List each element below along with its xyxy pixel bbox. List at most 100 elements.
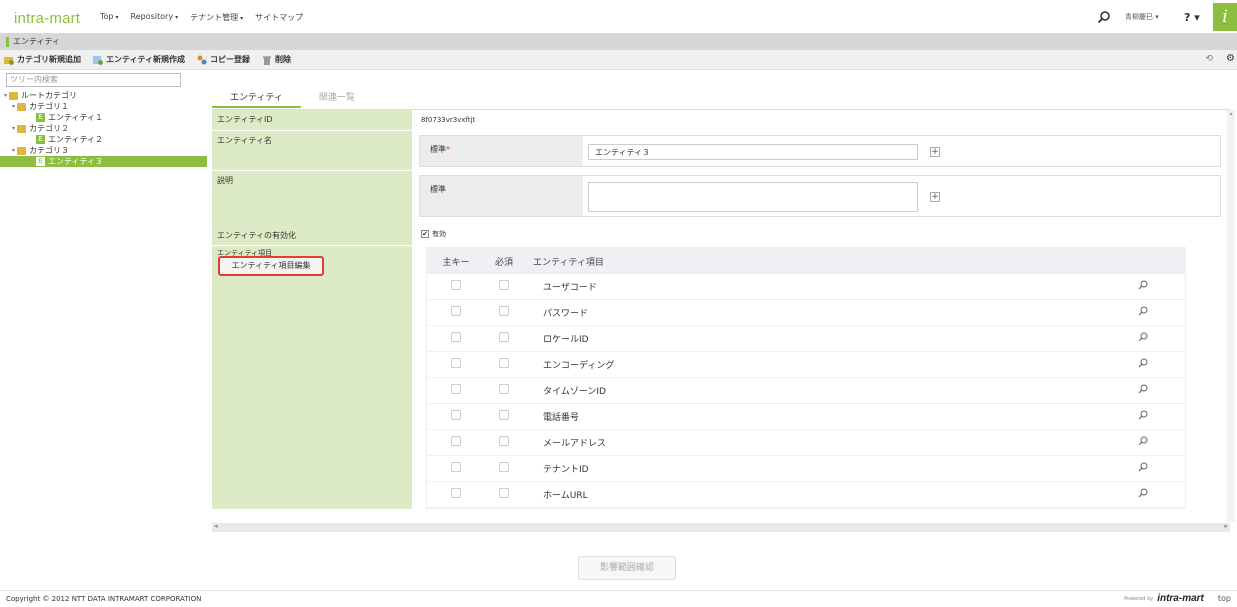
tab-relations[interactable]: 関連一覧 xyxy=(301,88,373,108)
add-category-button[interactable]: カテゴリ新規追加 xyxy=(4,54,81,65)
expand-toggle-icon[interactable]: ▾ xyxy=(10,123,17,134)
scroll-right-arrow[interactable]: ▸ xyxy=(1224,522,1228,530)
grid-row[interactable]: パスワード xyxy=(427,300,1185,326)
magnifier-icon[interactable] xyxy=(1138,280,1148,290)
lang-standard-label: 標準* xyxy=(420,136,583,166)
primary-key-checkbox[interactable] xyxy=(451,384,461,394)
entity-name-input[interactable]: エンティティ３ xyxy=(588,144,918,160)
grid-row[interactable]: メールアドレス xyxy=(427,430,1185,456)
required-checkbox[interactable] xyxy=(499,332,509,342)
top-bar: intra-mart Top ▾ Repository ▾ テナント管理 ▾ サイトマ… xyxy=(0,0,1237,34)
tree-search-input[interactable]: ツリー内検索 xyxy=(6,73,181,87)
tree-node-root[interactable]: ▾ ルートカテゴリ xyxy=(0,90,207,101)
expand-toggle-icon[interactable]: ▾ xyxy=(10,145,17,156)
magnifier-icon[interactable] xyxy=(1138,384,1148,394)
magnifier-icon[interactable] xyxy=(1138,306,1148,316)
entity-item-name: ホームURL xyxy=(543,491,588,501)
grid-row[interactable]: ホームURL xyxy=(427,482,1185,508)
magnifier-icon[interactable] xyxy=(1138,462,1148,472)
description-label: 説明 xyxy=(212,171,412,231)
top-menu: Top ▾ Repository ▾ テナント管理 ▾ サイトマップ xyxy=(100,12,303,23)
required-checkbox[interactable] xyxy=(499,358,509,368)
entity-icon: E xyxy=(36,113,45,122)
primary-key-checkbox[interactable] xyxy=(451,280,461,290)
required-checkbox[interactable] xyxy=(499,488,509,498)
entity-id-value: 8f0733vr3vxftjt xyxy=(421,116,476,124)
grid-row[interactable]: テナントID xyxy=(427,456,1185,482)
tree-node-entity-2[interactable]: E エンティティ２ xyxy=(0,134,207,145)
primary-key-checkbox[interactable] xyxy=(451,488,461,498)
primary-key-checkbox[interactable] xyxy=(451,410,461,420)
copy-register-button[interactable]: コピー登録 xyxy=(197,54,250,65)
add-language-button[interactable]: + xyxy=(930,147,940,157)
required-checkbox[interactable] xyxy=(499,462,509,472)
magnifier-icon[interactable] xyxy=(1138,358,1148,368)
intra-mart-logo[interactable]: intra-mart xyxy=(14,10,80,27)
magnifier-icon[interactable] xyxy=(1138,436,1148,446)
magnifier-icon[interactable] xyxy=(1138,488,1148,498)
folder-icon xyxy=(17,102,26,111)
primary-key-checkbox[interactable] xyxy=(451,462,461,472)
menu-repository[interactable]: Repository ▾ xyxy=(131,12,179,23)
expand-toggle-icon[interactable]: ▾ xyxy=(10,101,17,112)
detail-cell xyxy=(1123,358,1163,371)
scroll-left-arrow[interactable]: ◂ xyxy=(214,522,218,530)
tree-node-category-2[interactable]: ▾ カテゴリ２ xyxy=(0,123,207,134)
page-top-link[interactable]: top xyxy=(1218,591,1231,607)
required-checkbox[interactable] xyxy=(499,306,509,316)
grid-row[interactable]: エンコーディング xyxy=(427,352,1185,378)
required-checkbox[interactable] xyxy=(499,410,509,420)
tree-node-category-3[interactable]: ▾ カテゴリ３ xyxy=(0,145,207,156)
impact-check-button[interactable]: 影響範囲確認 xyxy=(578,556,676,580)
tab-entity[interactable]: エンティティ xyxy=(212,88,301,108)
main-content: エンティティ 関連一覧 エンティティID 8f0733vr3vxftjt エンテ… xyxy=(207,70,1237,590)
folder-icon xyxy=(17,124,26,133)
settings-icon[interactable]: ⚙ xyxy=(1226,53,1235,64)
window-title-bar: エンティティ xyxy=(0,34,1237,50)
menu-sitemap[interactable]: サイトマップ xyxy=(255,12,303,23)
detail-cell xyxy=(1123,462,1163,475)
search-icon[interactable] xyxy=(1097,10,1111,24)
grid-row[interactable]: ユーザコード xyxy=(427,274,1185,300)
grid-row[interactable]: 電話番号 xyxy=(427,404,1185,430)
grid-row[interactable]: タイムゾーンID xyxy=(427,378,1185,404)
description-textarea[interactable] xyxy=(588,182,918,212)
required-cell xyxy=(485,436,523,449)
help-menu[interactable]: ? ▾ xyxy=(1184,11,1200,24)
menu-tenant-admin[interactable]: テナント管理 ▾ xyxy=(190,12,243,23)
entity-item-name: 電話番号 xyxy=(543,413,580,423)
edit-entity-items-button[interactable]: エンティティ項目編集 xyxy=(218,256,324,276)
enable-checkbox[interactable]: ✔ xyxy=(421,230,429,238)
delete-button[interactable]: 削除 xyxy=(262,54,291,65)
entity-enable-field: ✔ 有効 xyxy=(413,224,1227,246)
entity-items-grid: 主キー 必須 エンティティ項目 ユーザコード パスワード ロケールID エンコーディン… xyxy=(426,247,1186,509)
new-entity-button[interactable]: エンティティ新規作成 xyxy=(93,54,185,65)
primary-key-checkbox[interactable] xyxy=(451,358,461,368)
required-checkbox[interactable] xyxy=(499,384,509,394)
form-horizontal-scrollbar[interactable]: ◂ ▸ xyxy=(212,522,1230,532)
refresh-icon[interactable]: ⟲ xyxy=(1205,54,1213,64)
required-checkbox[interactable] xyxy=(499,280,509,290)
required-mark: * xyxy=(446,145,450,154)
primary-key-cell xyxy=(427,462,485,475)
tree-node-category-1[interactable]: ▾ カテゴリ１ xyxy=(0,101,207,112)
grid-row[interactable]: ロケールID xyxy=(427,326,1185,352)
expand-toggle-icon[interactable]: ▾ xyxy=(2,90,9,101)
tree-node-entity-3[interactable]: E エンティティ３ xyxy=(0,156,207,167)
primary-key-checkbox[interactable] xyxy=(451,436,461,446)
tree-node-entity-1[interactable]: E エンティティ１ xyxy=(0,112,207,123)
menu-top[interactable]: Top ▾ xyxy=(100,12,119,23)
magnifier-icon[interactable] xyxy=(1138,332,1148,342)
magnifier-icon[interactable] xyxy=(1138,410,1148,420)
user-menu[interactable]: 青柳慶巳 ▾ xyxy=(1125,12,1159,22)
copy-icon xyxy=(197,55,207,64)
scroll-up-arrow[interactable]: ▴ xyxy=(1227,110,1235,117)
add-language-button[interactable]: + xyxy=(930,192,940,202)
form-vertical-scrollbar[interactable]: ▴ xyxy=(1227,110,1235,522)
intra-mart-badge-icon[interactable]: i xyxy=(1213,3,1237,31)
primary-key-cell xyxy=(427,306,485,319)
required-checkbox[interactable] xyxy=(499,436,509,446)
primary-key-checkbox[interactable] xyxy=(451,332,461,342)
primary-key-checkbox[interactable] xyxy=(451,306,461,316)
entity-name-lang-row: 標準* エンティティ３ + xyxy=(419,135,1221,167)
